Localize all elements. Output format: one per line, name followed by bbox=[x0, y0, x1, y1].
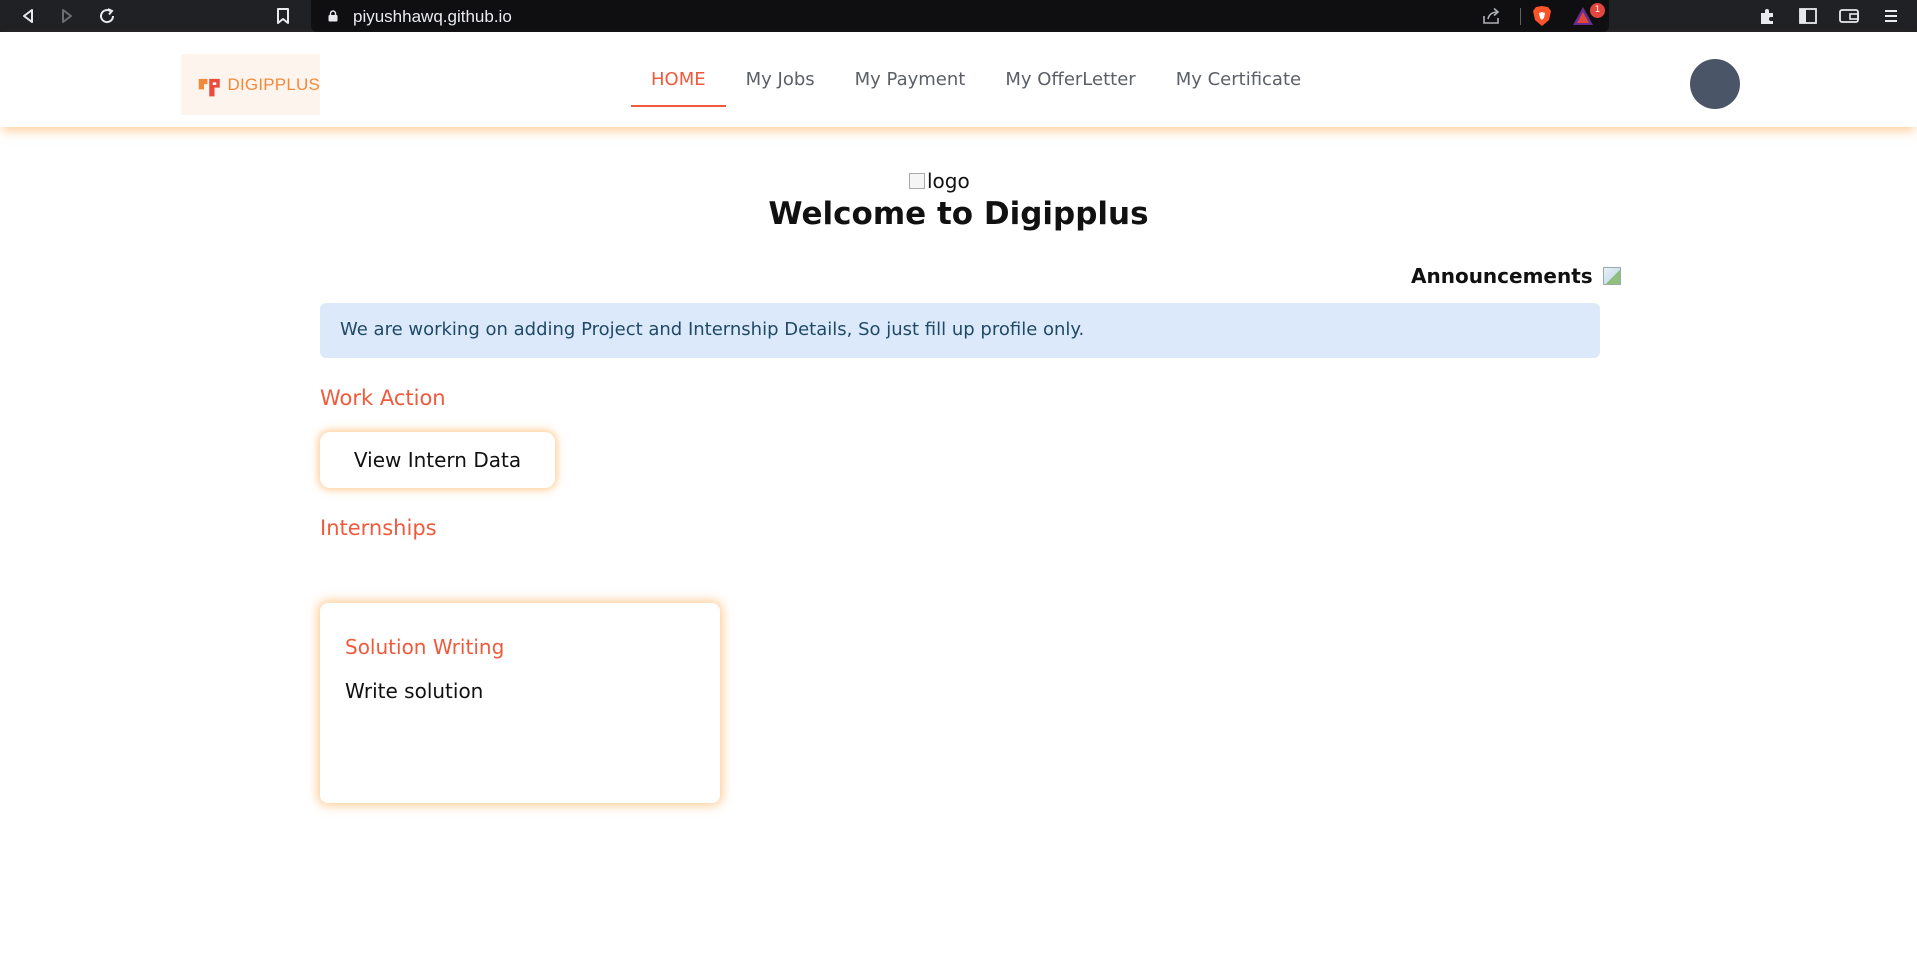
brand-logo[interactable]: DIGIPPLUS bbox=[181, 54, 320, 115]
page-title: Welcome to Digipplus bbox=[768, 196, 1149, 232]
bookmark-icon[interactable] bbox=[271, 4, 295, 28]
broken-logo-image: logo bbox=[909, 169, 970, 193]
internship-card[interactable]: Solution Writing Write solution bbox=[320, 603, 720, 803]
extensions-icon[interactable] bbox=[1756, 5, 1778, 27]
announcements-label: Announcements bbox=[1411, 264, 1593, 288]
announcements-image-icon[interactable] bbox=[1602, 267, 1621, 285]
logo-alt-text: logo bbox=[927, 169, 970, 193]
menu-icon[interactable] bbox=[1880, 5, 1902, 27]
main-nav: HOME My Jobs My Payment My OfferLetter M… bbox=[631, 32, 1321, 127]
avatar[interactable] bbox=[1690, 59, 1740, 109]
url-text: piyushhawq.github.io bbox=[353, 7, 512, 26]
share-icon[interactable] bbox=[1482, 7, 1502, 25]
address-bar[interactable]: piyushhawq.github.io 1 bbox=[311, 0, 1609, 32]
wallet-icon[interactable] bbox=[1838, 5, 1860, 27]
internship-card-description: Write solution bbox=[345, 679, 484, 703]
nav-home[interactable]: HOME bbox=[631, 32, 726, 127]
nav-my-jobs[interactable]: My Jobs bbox=[726, 32, 835, 127]
announcements[interactable]: Announcements bbox=[1411, 264, 1621, 288]
brand-name: DIGIPPLUS bbox=[227, 74, 320, 94]
broken-image-icon bbox=[909, 173, 925, 189]
toolbar-divider bbox=[1520, 8, 1521, 25]
forward-icon[interactable] bbox=[55, 4, 79, 28]
back-icon[interactable] bbox=[16, 4, 40, 28]
digipplus-logo-icon bbox=[198, 78, 220, 96]
reload-icon[interactable] bbox=[95, 4, 119, 28]
lock-icon bbox=[328, 10, 338, 22]
brave-shields-icon[interactable] bbox=[1532, 5, 1552, 27]
sidebar-icon[interactable] bbox=[1797, 5, 1819, 27]
rewards-badge: 1 bbox=[1590, 3, 1605, 18]
info-alert: We are working on adding Project and Int… bbox=[320, 303, 1600, 358]
view-intern-data-button[interactable]: View Intern Data bbox=[320, 432, 555, 488]
nav-my-payment[interactable]: My Payment bbox=[835, 32, 986, 127]
work-action-heading: Work Action bbox=[320, 386, 446, 410]
site-header: DIGIPPLUS HOME My Jobs My Payment My Off… bbox=[0, 32, 1917, 127]
internship-card-title: Solution Writing bbox=[345, 635, 505, 659]
nav-my-certificate[interactable]: My Certificate bbox=[1156, 32, 1321, 127]
nav-my-offerletter[interactable]: My OfferLetter bbox=[985, 32, 1155, 127]
internships-heading: Internships bbox=[320, 516, 437, 540]
browser-toolbar: piyushhawq.github.io 1 bbox=[0, 0, 1917, 32]
